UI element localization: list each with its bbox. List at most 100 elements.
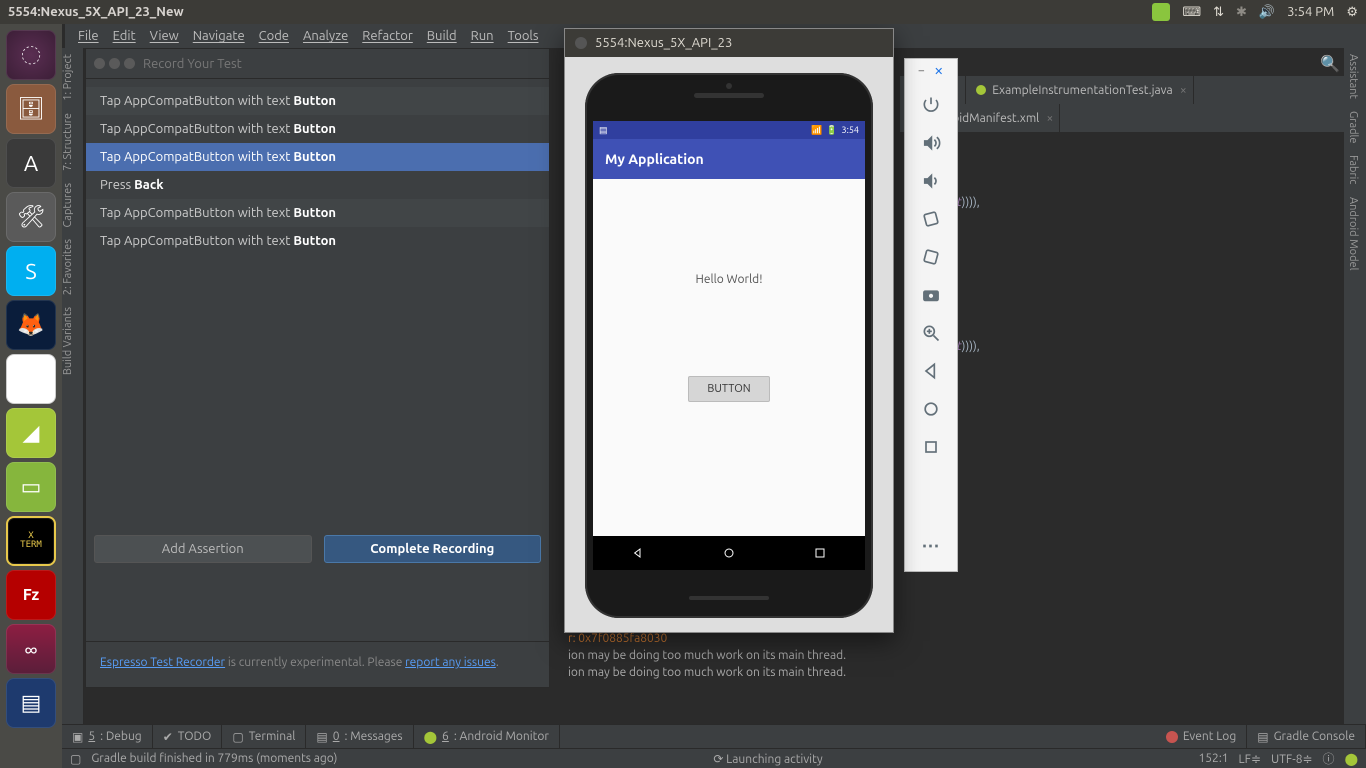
android-emulator-icon[interactable]: ▭ <box>6 462 56 512</box>
emuctl-zoom-icon[interactable] <box>912 314 950 352</box>
menu-analyze[interactable]: Analyze <box>296 29 355 43</box>
volume-indicator-icon[interactable]: 🔊 <box>1259 5 1275 20</box>
status-caret-pos[interactable]: 152:1 <box>1199 752 1229 765</box>
device-chin-bar <box>689 596 769 600</box>
menu-run[interactable]: Run <box>464 29 501 43</box>
files-app-icon[interactable]: 🗄 <box>6 84 56 134</box>
emuctl-rotate-left-icon[interactable] <box>912 200 950 238</box>
ide-right-tool-strip: Assistant Gradle Fabric Android Model <box>1344 48 1366 748</box>
tool-android-model[interactable]: Android Model <box>1344 191 1362 276</box>
tool-todo[interactable]: ✔ TODO <box>153 725 223 748</box>
emuctl-volume-up-icon[interactable] <box>912 124 950 162</box>
ide-search-icon[interactable]: 🔍 <box>1320 54 1340 73</box>
emuctl-power-icon[interactable] <box>912 86 950 124</box>
unity-launcher: ◌ 🗄 A 🛠 S 🦊 ◉ ◢ ▭ XTERM Fz ∞ ▤ <box>0 24 62 768</box>
device-screen: ▤ 📶 🔋 3:54 My Application Hello World! B… <box>593 121 865 570</box>
tool-terminal[interactable]: ▢ Terminal <box>222 725 306 748</box>
recorded-action[interactable]: Tap AppCompatButton with text Button <box>86 227 549 255</box>
nav-home-icon[interactable] <box>721 545 737 561</box>
status-time: 3:54 <box>842 125 859 135</box>
status-icon[interactable]: ▢ <box>70 752 81 766</box>
window-max-icon[interactable] <box>124 58 135 69</box>
tool-assistant[interactable]: Assistant <box>1344 48 1362 105</box>
keyboard-indicator-icon[interactable]: ⌨ <box>1182 5 1201 20</box>
skype-app-icon[interactable]: S <box>6 246 56 296</box>
tool-structure[interactable]: 7: Structure <box>62 107 74 177</box>
close-tab-icon[interactable]: × <box>1180 84 1187 97</box>
tool-build-variants[interactable]: Build Variants <box>62 301 74 381</box>
emuctl-home-icon[interactable] <box>912 390 950 428</box>
misc-app-icon[interactable]: ∞ <box>6 624 56 674</box>
recorded-action[interactable]: Tap AppCompatButton with text Button <box>86 199 549 227</box>
complete-recording-button[interactable]: Complete Recording <box>324 535 542 563</box>
status-encoding[interactable]: UTF-8≑ <box>1271 752 1313 766</box>
editor-tab[interactable]: ExampleInstrumentationTest.java× <box>966 76 1193 104</box>
skype-indicator-icon[interactable] <box>1152 3 1170 21</box>
recorder-name-link[interactable]: Espresso Test Recorder <box>100 656 225 669</box>
emulator-titlebar[interactable]: 5554:Nexus_5X_API_23 <box>565 29 893 57</box>
tool-gradle[interactable]: Gradle <box>1344 105 1362 150</box>
status-android-icon[interactable]: ⬤ <box>1345 752 1358 766</box>
android-app-bar: My Application <box>593 139 865 179</box>
software-updater-icon[interactable]: A <box>6 138 56 188</box>
emulator-controls: – ✕ ⋯ <box>904 58 958 572</box>
tool-favorites[interactable]: 2: Favorites <box>62 233 74 301</box>
menu-navigate[interactable]: Navigate <box>186 29 252 43</box>
system-settings-icon[interactable]: 🛠 <box>6 192 56 242</box>
firefox-icon[interactable]: 🦊 <box>6 300 56 350</box>
xterm-icon[interactable]: XTERM <box>6 516 56 566</box>
chrome-icon[interactable]: ◉ <box>6 354 56 404</box>
nav-back-icon[interactable] <box>630 545 646 561</box>
android-status-bar: ▤ 📶 🔋 3:54 <box>593 121 865 139</box>
tool-project[interactable]: 1: Project <box>62 48 74 107</box>
network-indicator-icon[interactable]: ⇅ <box>1213 5 1224 20</box>
clock[interactable]: 3:54 PM <box>1287 5 1334 19</box>
app-button[interactable]: BUTTON <box>688 376 769 402</box>
emuctl-minimize-icon[interactable]: – <box>919 65 924 78</box>
window-min-icon[interactable] <box>109 58 120 69</box>
emuctl-overview-icon[interactable] <box>912 428 950 466</box>
emuctl-volume-down-icon[interactable] <box>912 162 950 200</box>
emuctl-close-icon[interactable]: ✕ <box>934 65 943 78</box>
recorded-action[interactable]: Press Back <box>86 171 549 199</box>
status-battery-icon: 🔋 <box>826 125 837 136</box>
menu-edit[interactable]: Edit <box>106 29 143 43</box>
android-studio-icon[interactable]: ◢ <box>6 408 56 458</box>
menu-tools[interactable]: Tools <box>501 29 546 43</box>
status-context-icon[interactable]: ⓘ <box>1323 750 1335 767</box>
add-assertion-button[interactable]: Add Assertion <box>94 535 312 563</box>
status-line-sep[interactable]: LF≑ <box>1239 752 1261 766</box>
menu-file[interactable]: File <box>71 29 106 43</box>
menu-view[interactable]: View <box>143 29 186 43</box>
tool-captures[interactable]: Captures <box>62 177 74 233</box>
device-frame: ▤ 📶 🔋 3:54 My Application Hello World! B… <box>585 73 873 618</box>
emuctl-back-icon[interactable] <box>912 352 950 390</box>
filezilla-icon[interactable]: Fz <box>6 570 56 620</box>
menu-refactor[interactable]: Refactor <box>355 29 420 43</box>
session-gear-icon[interactable]: ⚙ <box>1346 5 1358 20</box>
tool-fabric[interactable]: Fabric <box>1344 149 1362 190</box>
tool-gradle-console[interactable]: ▤ Gradle Console <box>1247 725 1366 748</box>
menu-build[interactable]: Build <box>420 29 464 43</box>
tool-messages[interactable]: ▤ 0: Messages <box>306 725 413 748</box>
emuctl-screenshot-icon[interactable] <box>912 276 950 314</box>
recorded-action[interactable]: Tap AppCompatButton with text Button <box>86 87 549 115</box>
tool-debug[interactable]: ▣ 5: 5: DebugDebug <box>62 725 153 748</box>
tool-event-log[interactable]: Event Log <box>1156 725 1247 748</box>
report-issues-link[interactable]: report any issues <box>405 656 496 669</box>
workspace-switcher-icon[interactable]: ▤ <box>6 678 56 728</box>
close-tab-icon[interactable]: × <box>1047 112 1054 125</box>
emulator-window-button-icon[interactable] <box>575 37 587 49</box>
bluetooth-indicator-icon[interactable]: ✱ <box>1236 5 1247 20</box>
emuctl-rotate-right-icon[interactable] <box>912 238 950 276</box>
java-file-icon <box>976 85 986 95</box>
recorded-action[interactable]: Tap AppCompatButton with text Button <box>86 115 549 143</box>
menu-code[interactable]: Code <box>252 29 296 43</box>
android-nav-bar <box>593 536 865 570</box>
emuctl-more-icon[interactable]: ⋯ <box>912 527 950 565</box>
ubuntu-dash-icon[interactable]: ◌ <box>6 30 56 80</box>
window-close-icon[interactable] <box>94 58 105 69</box>
tool-android-monitor[interactable]: ⬤ 6: Android Monitor <box>414 725 560 748</box>
nav-recent-icon[interactable] <box>812 545 828 561</box>
recorded-action[interactable]: Tap AppCompatButton with text Button <box>86 143 549 171</box>
